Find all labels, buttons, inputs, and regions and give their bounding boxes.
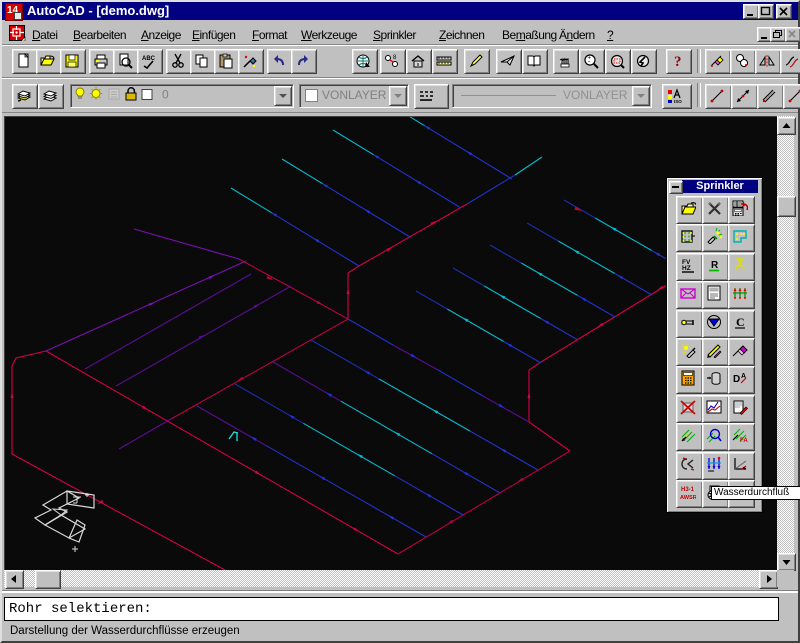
svg-text:ABC: ABC <box>142 56 156 62</box>
svg-text:?: ? <box>674 54 682 69</box>
svg-text:H3-1: H3-1 <box>681 487 695 493</box>
svg-text:0: 0 <box>162 88 169 102</box>
svg-text:8: 8 <box>393 55 397 61</box>
svg-text:HZ: HZ <box>682 265 691 272</box>
svg-text:R: R <box>711 260 719 271</box>
svg-text:D: D <box>733 374 740 385</box>
svg-text:ISO: ISO <box>674 99 682 104</box>
svg-text:C: C <box>736 315 745 329</box>
svg-text:AWSR: AWSR <box>680 495 696 500</box>
svg-text:FA: FA <box>740 438 748 443</box>
